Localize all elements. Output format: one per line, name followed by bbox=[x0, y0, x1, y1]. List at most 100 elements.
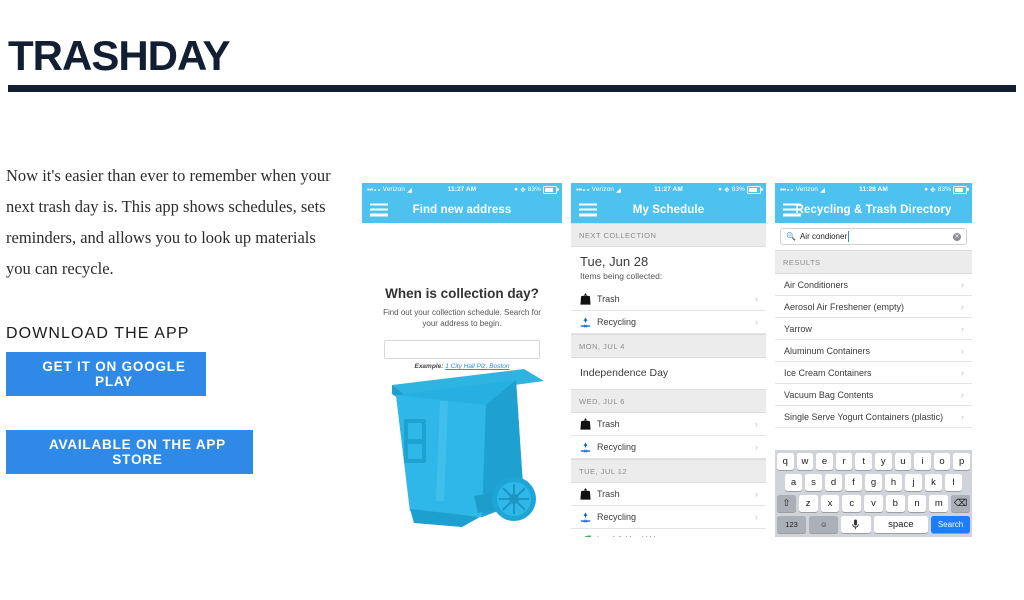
chevron-right-icon bbox=[961, 346, 964, 356]
emoji-key-icon[interactable]: ☺ bbox=[809, 516, 839, 533]
key-s[interactable]: s bbox=[805, 474, 822, 491]
key-w[interactable]: w bbox=[796, 453, 814, 470]
list-item-label: Vacuum Bag Contents bbox=[784, 389, 874, 400]
directory-search-input[interactable]: 🔍 Air condioner ✕ bbox=[780, 228, 967, 245]
section-header-mon-jul-4: MON, JUL 4 bbox=[571, 334, 766, 358]
microphone-key-icon[interactable] bbox=[841, 516, 871, 533]
key-p[interactable]: p bbox=[953, 453, 970, 470]
key-h[interactable]: h bbox=[885, 474, 902, 491]
key-f[interactable]: f bbox=[845, 474, 862, 491]
key-u[interactable]: u bbox=[894, 453, 912, 470]
list-item[interactable]: Trash bbox=[571, 288, 766, 311]
example-label: Example: bbox=[414, 363, 444, 370]
chevron-right-icon bbox=[961, 302, 964, 312]
hamburger-icon[interactable] bbox=[370, 203, 388, 216]
backspace-key-icon[interactable]: ⌫ bbox=[951, 495, 971, 512]
list-item-label: Air Conditioners bbox=[784, 279, 849, 290]
list-item[interactable]: Trash bbox=[571, 483, 766, 506]
collection-day-subtext: Find out your collection schedule. Searc… bbox=[383, 308, 541, 328]
trash-bag-icon bbox=[580, 418, 597, 430]
search-bar: 🔍 Air condioner ✕ bbox=[775, 223, 972, 250]
key-m[interactable]: m bbox=[929, 495, 949, 512]
list-item-label: Recycling bbox=[597, 317, 637, 327]
holiday-label: Independence Day bbox=[580, 367, 669, 379]
key-t[interactable]: t bbox=[855, 453, 872, 470]
space-key[interactable]: space bbox=[873, 516, 929, 533]
key-z[interactable]: z bbox=[798, 495, 818, 512]
chevron-right-icon bbox=[755, 442, 758, 452]
leaf-icon bbox=[580, 535, 597, 537]
key-c[interactable]: c bbox=[842, 495, 862, 512]
list-item[interactable]: Air Conditioners bbox=[775, 274, 972, 296]
list-item-label: Aerosol Air Freshener (empty) bbox=[784, 301, 905, 312]
recycling-icon bbox=[580, 511, 597, 523]
items-being-collected-label: Items being collected: bbox=[580, 271, 663, 281]
chevron-right-icon bbox=[961, 324, 964, 334]
chevron-right-icon bbox=[755, 294, 758, 304]
list-item[interactable]: Recycling bbox=[571, 311, 766, 334]
example-address-link[interactable]: 1 City Hall Plz, Boston bbox=[445, 363, 509, 370]
numbers-key[interactable]: 123 bbox=[777, 516, 807, 533]
list-item[interactable]: Trash bbox=[571, 413, 766, 436]
list-item[interactable]: Recycling bbox=[571, 436, 766, 459]
search-key[interactable]: Search bbox=[931, 516, 970, 533]
key-v[interactable]: v bbox=[864, 495, 883, 512]
list-item[interactable]: Single Serve Yogurt Containers (plastic) bbox=[775, 406, 972, 428]
key-l[interactable]: l bbox=[945, 474, 962, 491]
list-item-label: Trash bbox=[597, 419, 620, 429]
key-y[interactable]: y bbox=[875, 453, 892, 470]
key-i[interactable]: i bbox=[914, 453, 931, 470]
key-r[interactable]: r bbox=[835, 453, 853, 470]
nav-title: Recycling & Trash Directory bbox=[795, 203, 952, 216]
status-bar: •••∘∘ Verizon ◢ 11:27 AM ● ✥ 83% bbox=[571, 183, 766, 196]
nav-title: Find new address bbox=[412, 203, 512, 216]
section-header-results: RESULTS bbox=[775, 250, 972, 274]
clear-icon[interactable]: ✕ bbox=[953, 232, 961, 241]
key-b[interactable]: b bbox=[885, 495, 905, 512]
recycling-icon bbox=[580, 316, 597, 328]
status-bar: •••∘∘ Verizon ◢ 11:27 AM ● ✥ 83% bbox=[362, 183, 562, 196]
key-o[interactable]: o bbox=[933, 453, 951, 470]
example-address-hint: Example: 1 City Hall Plz, Boston bbox=[362, 363, 562, 370]
section-header-wed-jul-6: WED, JUL 6 bbox=[571, 389, 766, 413]
list-item[interactable]: Recycling bbox=[571, 506, 766, 529]
key-q[interactable]: q bbox=[777, 453, 794, 470]
list-item[interactable]: Vacuum Bag Contents bbox=[775, 384, 972, 406]
key-e[interactable]: e bbox=[816, 453, 833, 470]
hamburger-icon[interactable] bbox=[783, 203, 801, 216]
intro-paragraph: Now it's easier than ever to remember wh… bbox=[6, 166, 331, 278]
list-item-label: Leaf & Yard Waste bbox=[597, 535, 755, 537]
bluetooth-icon: ✥ bbox=[930, 186, 936, 194]
key-j[interactable]: j bbox=[905, 474, 922, 491]
list-item[interactable]: Ice Cream Containers bbox=[775, 362, 972, 384]
list-item-label: Recycling bbox=[597, 442, 637, 452]
trash-bin-illustration-wrapper bbox=[362, 351, 562, 537]
key-a[interactable]: a bbox=[785, 474, 802, 491]
shift-key-icon[interactable]: ⇧ bbox=[776, 495, 796, 512]
list-item-label: Trash bbox=[597, 294, 620, 304]
available-on-the-app-store-button[interactable]: AVAILABLE ON THE APP STORE bbox=[6, 430, 253, 474]
recycling-icon bbox=[580, 441, 597, 453]
bluetooth-icon: ✥ bbox=[724, 186, 730, 194]
keyboard-row-1: q w e r t y u i o p bbox=[777, 453, 970, 470]
key-k[interactable]: k bbox=[925, 474, 942, 491]
alarm-icon: ● bbox=[718, 186, 723, 193]
key-n[interactable]: n bbox=[907, 495, 927, 512]
chevron-right-icon bbox=[961, 412, 964, 422]
list-item[interactable]: Yarrow bbox=[775, 318, 972, 340]
chevron-right-icon bbox=[961, 368, 964, 378]
list-item[interactable]: Leaf & Yard Waste bbox=[571, 529, 766, 537]
key-g[interactable]: g bbox=[865, 474, 882, 491]
chevron-right-icon bbox=[755, 535, 758, 537]
list-item[interactable]: Aluminum Containers bbox=[775, 340, 972, 362]
nav-bar: Find new address bbox=[362, 196, 562, 223]
list-item[interactable]: Aerosol Air Freshener (empty) bbox=[775, 296, 972, 318]
hamburger-icon[interactable] bbox=[579, 203, 597, 216]
key-x[interactable]: x bbox=[820, 495, 840, 512]
section-header-tue-jul-12: TUE, JUL 12 bbox=[571, 459, 766, 483]
trash-bag-icon bbox=[580, 293, 597, 305]
get-it-on-google-play-button[interactable]: GET IT ON GOOGLE PLAY bbox=[6, 352, 206, 396]
keyboard-row-4: 123 ☺ space Search bbox=[777, 516, 970, 533]
key-d[interactable]: d bbox=[825, 474, 842, 491]
phone-screenshot-recycling-directory: •••∘∘ Verizon ◢ 11:28 AM ● ✥ 83% Recycli… bbox=[775, 183, 972, 537]
